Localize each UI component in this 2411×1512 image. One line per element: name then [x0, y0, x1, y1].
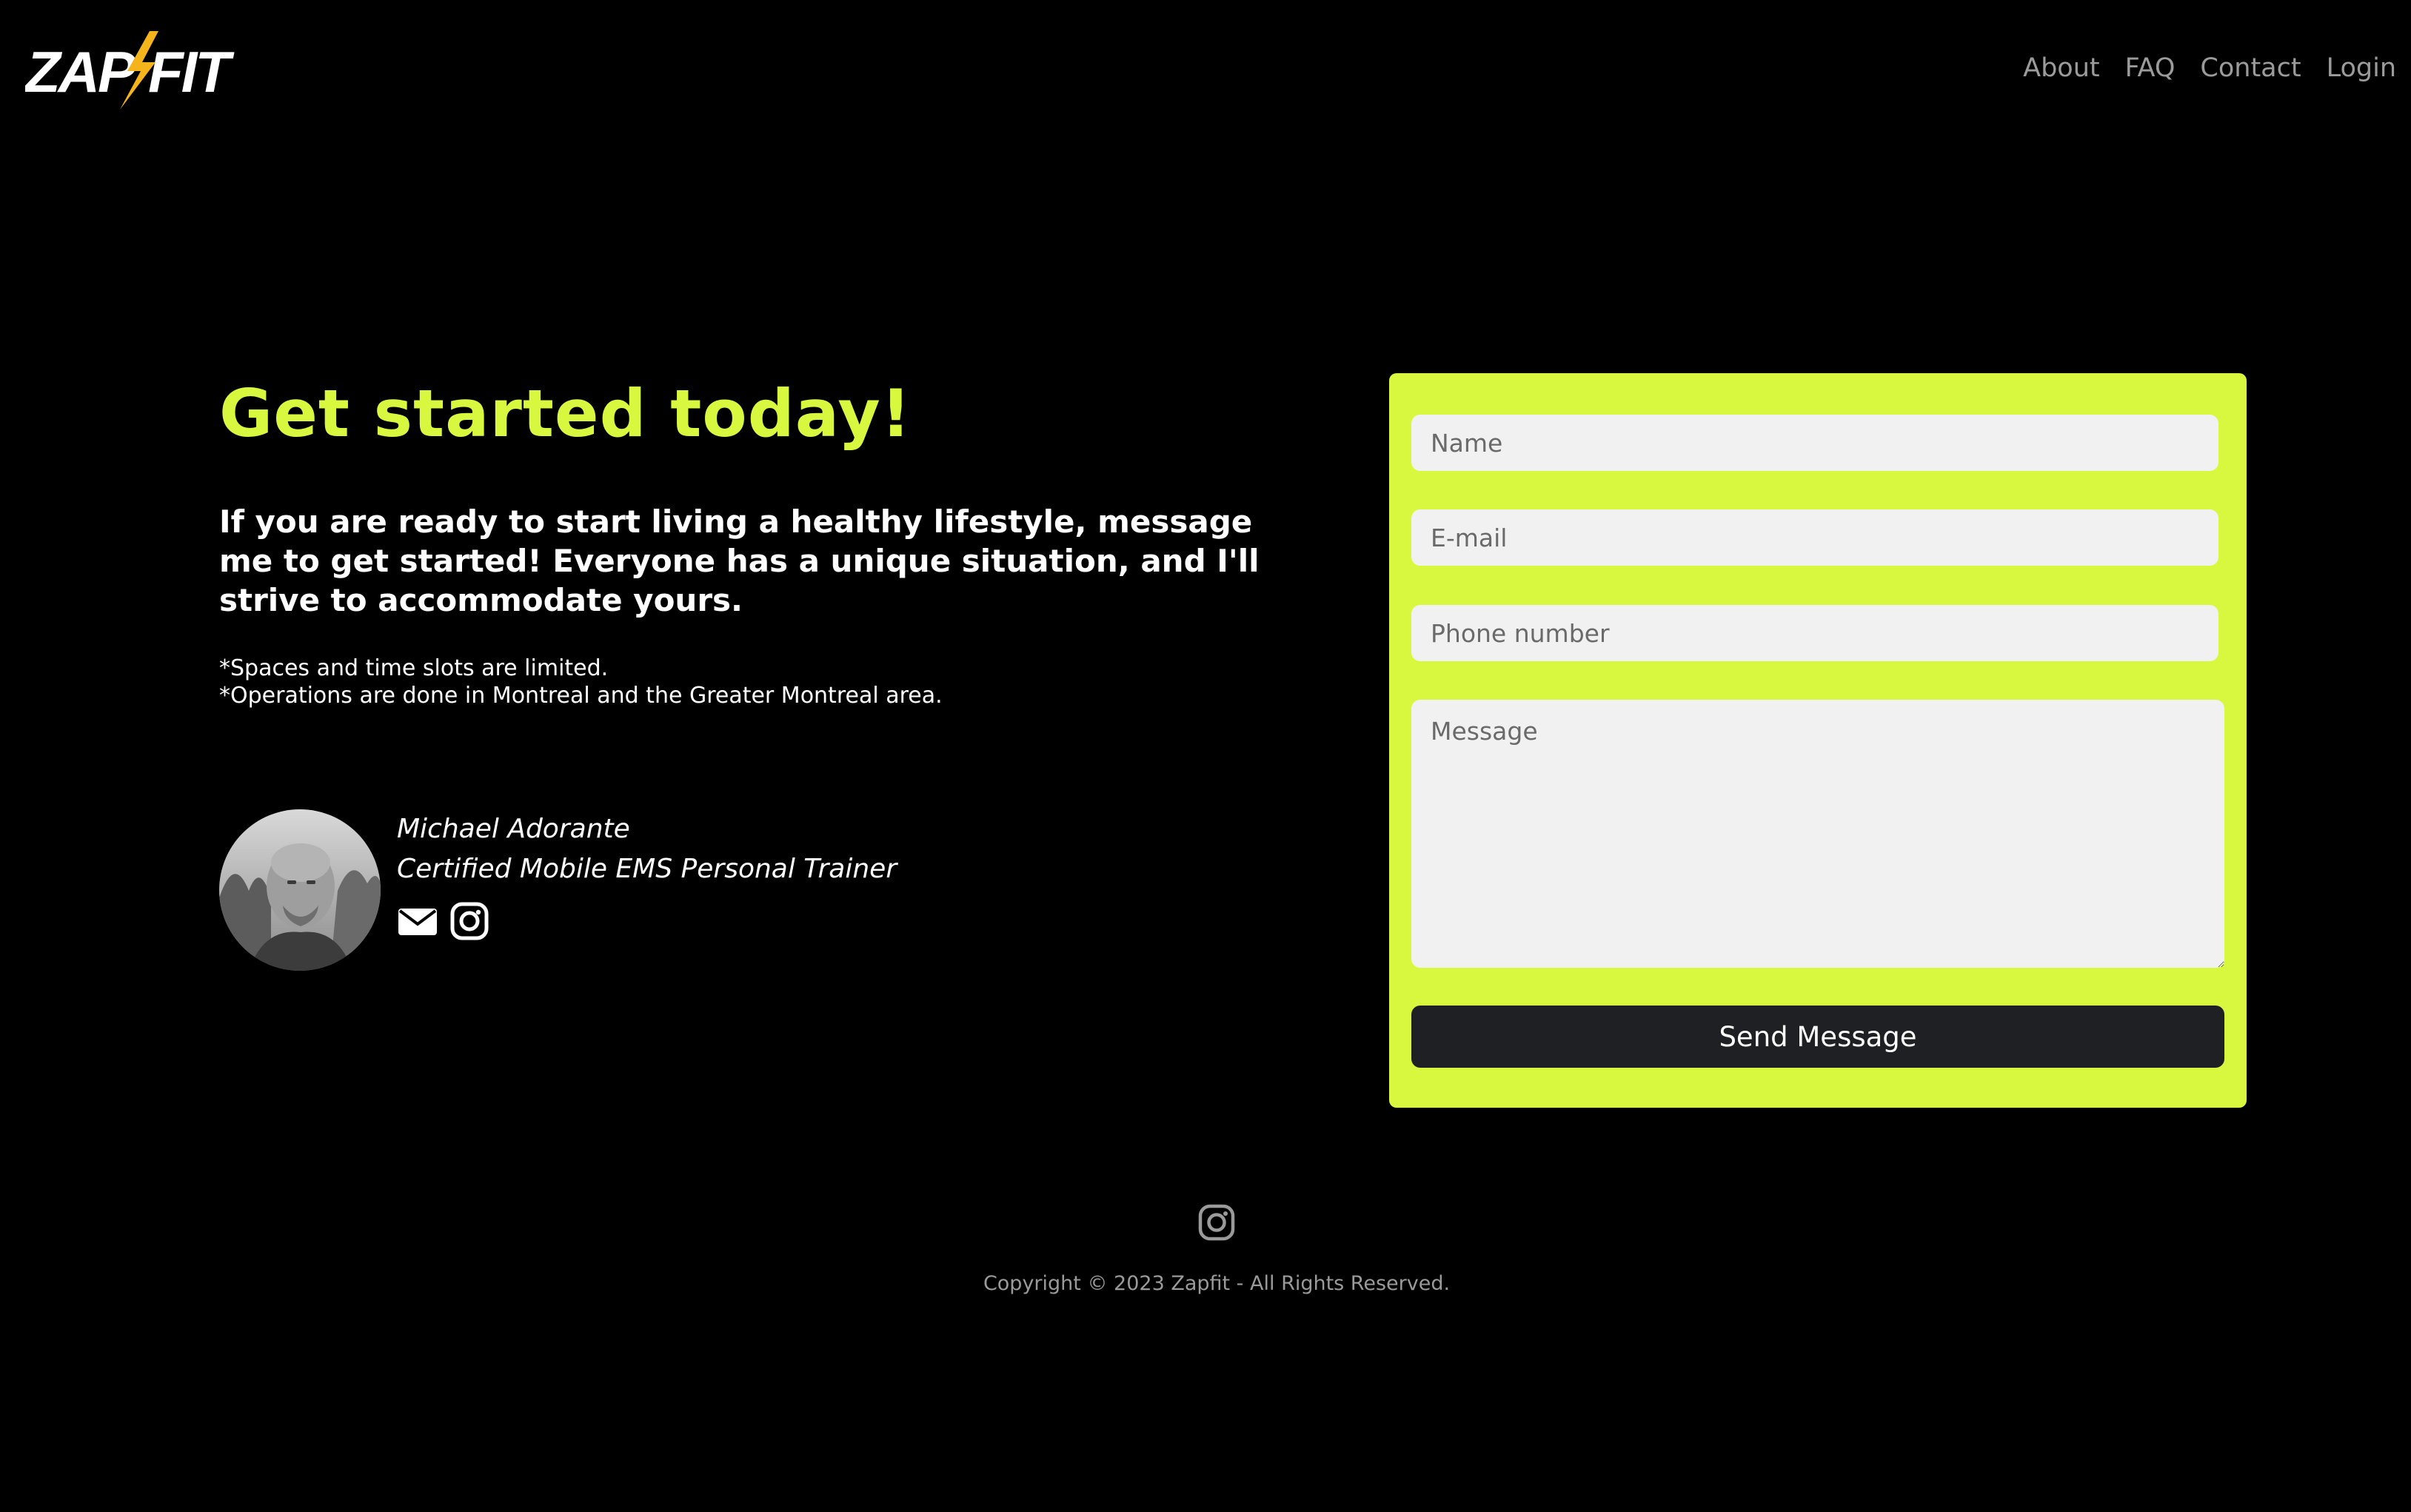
message-textarea[interactable]: [1411, 700, 2224, 968]
trainer-name: Michael Adorante: [397, 814, 630, 844]
notes: *Spaces and time slots are limited. *Ope…: [219, 655, 943, 709]
copyright-text: Copyright © 2023 Zapfit - All Rights Res…: [983, 1272, 1451, 1295]
note-operations: *Operations are done in Montreal and the…: [219, 683, 943, 709]
svg-text:FIT: FIT: [148, 39, 235, 104]
note-spaces: *Spaces and time slots are limited.: [219, 655, 609, 681]
svg-text:ZAP: ZAP: [25, 39, 137, 104]
page: ZAP FIT About FAQ Contact Login Get star…: [0, 0, 2411, 1512]
trainer-contact-icons: [397, 902, 490, 940]
nav-faq[interactable]: FAQ: [2125, 49, 2176, 87]
phone-input[interactable]: [1411, 605, 2218, 661]
top-nav: About FAQ Contact Login: [2023, 49, 2396, 87]
page-headline: Get started today!: [219, 375, 912, 452]
name-input[interactable]: [1411, 415, 2218, 471]
contact-form: Send Message: [1389, 373, 2247, 1108]
intro-paragraph: If you are ready to start living a healt…: [219, 504, 1260, 618]
instagram-icon[interactable]: [449, 902, 490, 940]
nav-about[interactable]: About: [2023, 49, 2099, 87]
send-message-button[interactable]: Send Message: [1411, 1006, 2224, 1068]
envelope-icon[interactable]: [397, 902, 438, 940]
footer-instagram-icon[interactable]: [1198, 1204, 1235, 1241]
email-input[interactable]: [1411, 509, 2218, 566]
trainer-avatar: [219, 809, 381, 971]
nav-contact[interactable]: Contact: [2200, 49, 2301, 87]
nav-login[interactable]: Login: [2327, 49, 2396, 87]
zapfit-logo[interactable]: ZAP FIT: [25, 30, 240, 111]
trainer-title: Certified Mobile EMS Personal Trainer: [397, 854, 897, 884]
